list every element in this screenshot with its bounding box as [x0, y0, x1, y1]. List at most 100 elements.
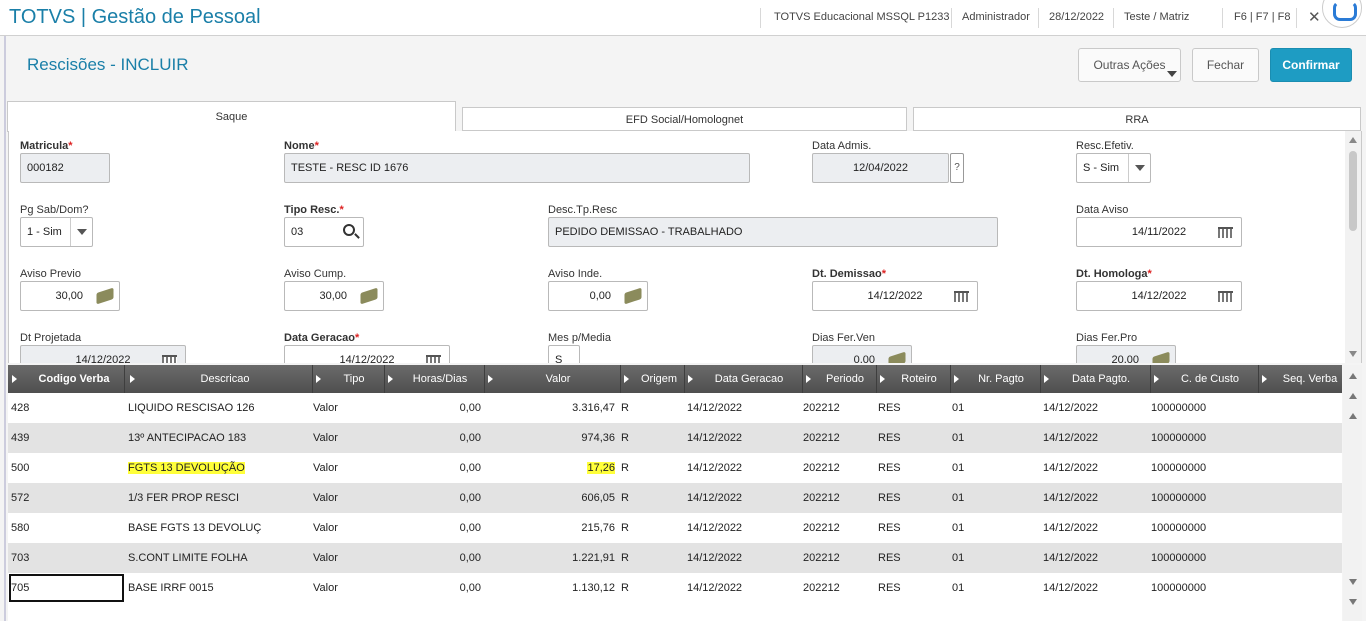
calendar-icon[interactable] [426, 355, 441, 363]
cell-origem[interactable]: R [621, 513, 641, 543]
col-c-custo[interactable]: C. de Custo [1162, 365, 1258, 393]
close-icon[interactable]: ✕ [1308, 8, 1321, 26]
pg-sab-dom-select[interactable]: 1 - Sim [20, 217, 93, 247]
user-name[interactable]: Administrador [962, 11, 1030, 23]
cell-origem[interactable]: R [621, 573, 641, 603]
col-nr-pagto[interactable]: Nr. Pagto [962, 365, 1040, 393]
cell-nr-pagto[interactable]: 01 [952, 573, 992, 603]
system-date[interactable]: 28/12/2022 [1049, 11, 1104, 23]
col-tipo[interactable]: Tipo [324, 365, 384, 393]
column-arrow-icon[interactable] [954, 375, 959, 383]
table-row[interactable]: 703 S.CONT LIMITE FOLHA Valor 0,00 1.221,91 R… [8, 543, 1342, 573]
cell-tipo[interactable]: Valor [313, 513, 373, 543]
data-admis-field[interactable]: 12/04/2022 [812, 153, 949, 183]
col-roteiro[interactable]: Roteiro [888, 365, 950, 393]
cell-tipo[interactable]: Valor [313, 573, 373, 603]
cell-roteiro[interactable]: RES [878, 573, 938, 603]
column-arrow-icon[interactable] [12, 375, 17, 383]
column-arrow-icon[interactable] [316, 375, 321, 383]
calendar-icon[interactable] [1218, 291, 1233, 302]
cell-nr-pagto[interactable]: 01 [952, 453, 992, 483]
column-arrow-icon[interactable] [388, 375, 393, 383]
column-arrow-icon[interactable] [1044, 375, 1049, 383]
cell-descricao[interactable]: BASE FGTS 13 DEVOLUÇ [128, 513, 308, 543]
tab-saque[interactable]: Saque [7, 101, 456, 132]
col-periodo[interactable]: Periodo [814, 365, 876, 393]
cell-tipo[interactable]: Valor [313, 483, 373, 513]
cell-origem[interactable]: R [621, 393, 641, 423]
cell-origem[interactable]: R [621, 483, 641, 513]
cell-tipo[interactable]: Valor [313, 423, 373, 453]
column-arrow-icon[interactable] [1154, 375, 1159, 383]
cell-data-pagto[interactable]: 14/12/2022 [1043, 453, 1133, 483]
desc-tp-resc-field[interactable]: PEDIDO DEMISSAO - TRABALHADO [548, 217, 998, 247]
cell-horas[interactable]: 0,00 [388, 453, 481, 483]
cell-horas[interactable]: 0,00 [388, 513, 481, 543]
mes-p-media-field[interactable]: S [548, 345, 580, 363]
chevron-down-icon[interactable] [70, 218, 92, 246]
calculator-icon[interactable] [360, 287, 378, 305]
calendar-icon[interactable] [954, 291, 969, 302]
cell-origem[interactable]: R [621, 543, 641, 573]
cell-data-pagto[interactable]: 14/12/2022 [1043, 573, 1133, 603]
data-aviso-field[interactable]: 14/11/2022 [1076, 217, 1242, 247]
cell-periodo[interactable]: 202212 [803, 573, 863, 603]
tab-rra[interactable]: RRA [913, 107, 1361, 131]
cell-c-custo[interactable]: 100000000 [1151, 483, 1241, 513]
dias-fer-ven-field[interactable]: 0,00 [812, 345, 912, 363]
cell-data-geracao[interactable]: 14/12/2022 [687, 543, 777, 573]
cell-descricao[interactable]: LIQUIDO RESCISAO 126 [128, 393, 308, 423]
cell-valor[interactable]: 606,05 [498, 483, 615, 513]
column-arrow-icon[interactable] [806, 375, 811, 383]
form-scrollbar[interactable] [1345, 131, 1361, 363]
cell-tipo[interactable]: Valor [313, 543, 373, 573]
nome-field[interactable]: TESTE - RESC ID 1676 [284, 153, 750, 183]
cell-horas[interactable]: 0,00 [388, 543, 481, 573]
help-button[interactable]: ? [950, 153, 964, 183]
table-row[interactable]: 428 LIQUIDO RESCISAO 126 Valor 0,00 3.316,47… [8, 393, 1342, 423]
cell-nr-pagto[interactable]: 01 [952, 393, 992, 423]
calculator-icon[interactable] [624, 287, 642, 305]
dt-projetada-field[interactable]: 14/12/2022 [20, 345, 186, 363]
cell-data-pagto[interactable]: 14/12/2022 [1043, 513, 1133, 543]
column-arrow-icon[interactable] [1262, 375, 1267, 383]
search-icon[interactable] [343, 224, 355, 236]
col-descricao[interactable]: Descricao [138, 365, 312, 393]
cell-c-custo[interactable]: 100000000 [1151, 453, 1241, 483]
matricula-field[interactable]: 000182 [20, 153, 110, 183]
cell-c-custo[interactable]: 100000000 [1151, 393, 1241, 423]
cell-codigo[interactable]: 572 [11, 483, 121, 513]
cell-tipo[interactable]: Valor [313, 453, 373, 483]
cell-origem[interactable]: R [621, 453, 641, 483]
cell-horas[interactable]: 0,00 [388, 423, 481, 453]
scroll-bottom-icon[interactable] [1349, 599, 1357, 605]
cell-nr-pagto[interactable]: 01 [952, 483, 992, 513]
cell-codigo[interactable]: 428 [11, 393, 121, 423]
cell-valor[interactable]: 3.316,47 [498, 393, 615, 423]
aviso-inde-field[interactable]: 0,00 [548, 281, 648, 311]
col-seq-verba[interactable]: Seq. Verba [1270, 365, 1342, 393]
cell-periodo[interactable]: 202212 [803, 393, 863, 423]
chat-icon[interactable] [1322, 0, 1362, 28]
calculator-icon[interactable] [96, 287, 114, 305]
col-valor[interactable]: Valor [496, 365, 620, 393]
cell-data-geracao[interactable]: 14/12/2022 [687, 393, 777, 423]
chevron-down-icon[interactable] [1128, 154, 1150, 182]
cell-horas[interactable]: 0,00 [388, 393, 481, 423]
cell-data-pagto[interactable]: 14/12/2022 [1043, 393, 1133, 423]
column-arrow-icon[interactable] [130, 375, 135, 383]
cell-descricao[interactable]: BASE IRRF 0015 [128, 573, 308, 603]
dt-demissao-field[interactable]: 14/12/2022 [812, 281, 978, 311]
other-actions-button[interactable]: Outras Ações [1078, 48, 1181, 82]
cell-data-geracao[interactable]: 14/12/2022 [687, 573, 777, 603]
tipo-resc-field[interactable]: 03 [284, 217, 364, 247]
col-data-pagto[interactable]: Data Pagto. [1052, 365, 1150, 393]
cell-c-custo[interactable]: 100000000 [1151, 513, 1241, 543]
cell-codigo[interactable]: 580 [11, 513, 121, 543]
calculator-icon[interactable] [888, 351, 906, 363]
cell-periodo[interactable]: 202212 [803, 483, 863, 513]
branch-info[interactable]: Teste / Matriz [1124, 11, 1189, 23]
calendar-icon[interactable] [162, 355, 177, 363]
cell-horas[interactable]: 0,00 [388, 573, 481, 603]
cell-valor[interactable]: 17,26 [498, 453, 615, 483]
